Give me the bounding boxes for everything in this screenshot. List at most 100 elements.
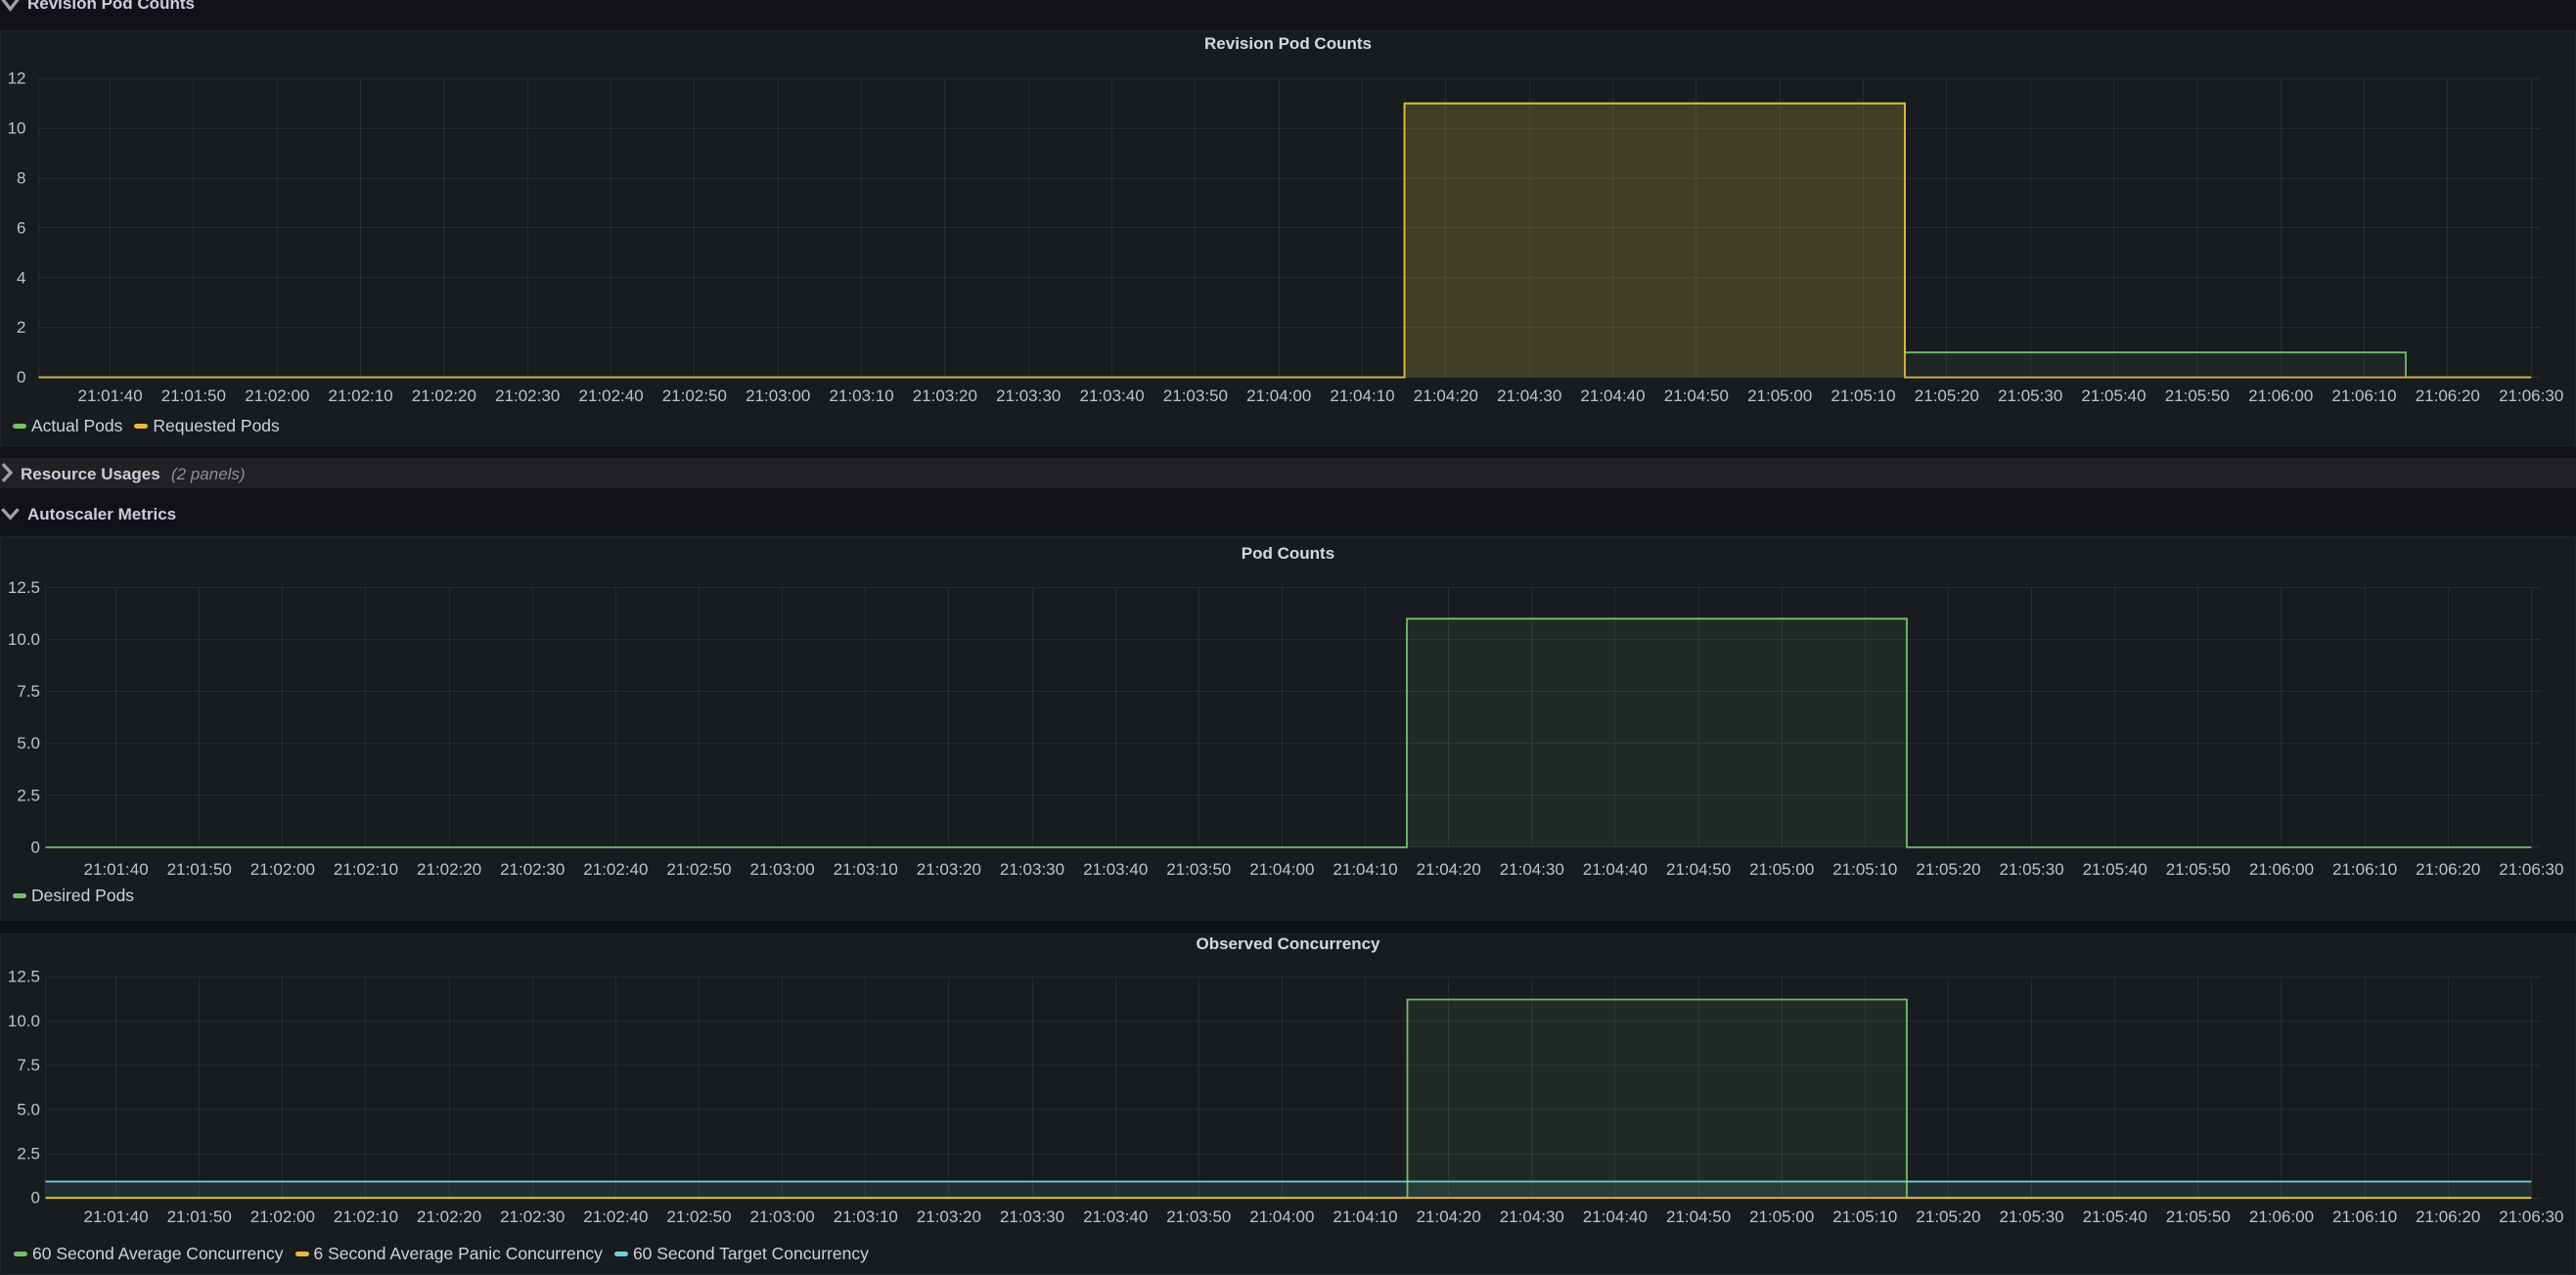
svg-text:21:03:30: 21:03:30 — [1000, 1207, 1064, 1226]
svg-text:21:05:40: 21:05:40 — [2083, 1207, 2147, 1226]
svg-text:21:01:40: 21:01:40 — [84, 1207, 149, 1226]
svg-text:10.0: 10.0 — [8, 1012, 40, 1030]
svg-text:6: 6 — [17, 218, 25, 237]
svg-text:21:06:30: 21:06:30 — [2499, 1207, 2563, 1226]
svg-text:12.5: 12.5 — [8, 578, 40, 597]
svg-text:21:01:40: 21:01:40 — [78, 387, 143, 405]
svg-text:21:01:50: 21:01:50 — [167, 860, 232, 879]
svg-text:21:01:40: 21:01:40 — [84, 860, 149, 879]
svg-text:21:03:20: 21:03:20 — [917, 860, 981, 879]
svg-text:21:05:30: 21:05:30 — [1998, 387, 2062, 405]
svg-text:21:05:40: 21:05:40 — [2083, 860, 2147, 879]
svg-text:21:02:40: 21:02:40 — [583, 1207, 648, 1226]
svg-text:21:04:20: 21:04:20 — [1414, 387, 1478, 405]
svg-text:21:04:30: 21:04:30 — [1500, 1207, 1564, 1226]
svg-text:21:02:20: 21:02:20 — [412, 387, 476, 405]
svg-text:21:03:50: 21:03:50 — [1163, 387, 1228, 405]
svg-text:7.5: 7.5 — [17, 682, 40, 701]
svg-text:21:04:40: 21:04:40 — [1583, 860, 1648, 879]
svg-text:21:05:00: 21:05:00 — [1749, 860, 1814, 879]
svg-text:21:06:20: 21:06:20 — [2416, 860, 2480, 879]
svg-text:21:03:10: 21:03:10 — [830, 387, 894, 405]
svg-text:21:03:20: 21:03:20 — [913, 387, 977, 405]
svg-text:2.5: 2.5 — [17, 1145, 40, 1163]
svg-text:21:03:10: 21:03:10 — [834, 860, 898, 879]
svg-text:21:04:50: 21:04:50 — [1666, 860, 1731, 879]
svg-text:2.5: 2.5 — [17, 786, 40, 804]
svg-text:21:02:50: 21:02:50 — [666, 860, 731, 879]
svg-text:21:02:40: 21:02:40 — [583, 860, 648, 879]
svg-text:21:05:20: 21:05:20 — [1916, 860, 1980, 879]
svg-text:21:06:10: 21:06:10 — [2332, 1207, 2397, 1226]
svg-text:21:02:00: 21:02:00 — [245, 387, 309, 405]
svg-text:21:03:40: 21:03:40 — [1083, 860, 1148, 879]
svg-text:21:04:00: 21:04:00 — [1249, 1207, 1314, 1226]
svg-text:21:04:20: 21:04:20 — [1417, 1207, 1481, 1226]
svg-text:21:05:50: 21:05:50 — [2166, 860, 2231, 879]
svg-text:21:06:30: 21:06:30 — [2499, 387, 2563, 405]
svg-text:21:03:00: 21:03:00 — [750, 1207, 815, 1226]
svg-text:21:02:50: 21:02:50 — [662, 387, 727, 405]
svg-text:21:03:00: 21:03:00 — [750, 860, 815, 879]
svg-text:21:03:50: 21:03:50 — [1166, 1207, 1231, 1226]
svg-text:21:06:10: 21:06:10 — [2331, 387, 2396, 405]
svg-text:21:06:20: 21:06:20 — [2416, 387, 2480, 405]
svg-text:21:06:10: 21:06:10 — [2332, 860, 2397, 879]
svg-text:21:05:20: 21:05:20 — [1916, 1207, 1980, 1226]
svg-text:2: 2 — [17, 318, 25, 337]
svg-text:21:05:00: 21:05:00 — [1749, 1207, 1814, 1226]
svg-text:21:06:20: 21:06:20 — [2416, 1207, 2480, 1226]
svg-text:5.0: 5.0 — [17, 1100, 40, 1118]
svg-text:21:04:00: 21:04:00 — [1246, 387, 1311, 405]
svg-text:0: 0 — [31, 1189, 40, 1207]
svg-text:21:03:30: 21:03:30 — [1000, 860, 1064, 879]
svg-text:21:03:10: 21:03:10 — [834, 1207, 898, 1226]
svg-text:21:02:30: 21:02:30 — [500, 860, 565, 879]
svg-text:7.5: 7.5 — [17, 1056, 40, 1074]
svg-text:21:05:30: 21:05:30 — [2000, 1207, 2064, 1226]
svg-text:10.0: 10.0 — [8, 630, 40, 649]
svg-text:21:06:00: 21:06:00 — [2249, 860, 2314, 879]
svg-text:21:02:40: 21:02:40 — [579, 387, 644, 405]
svg-text:21:05:20: 21:05:20 — [1915, 387, 1979, 405]
svg-text:21:03:00: 21:03:00 — [746, 387, 810, 405]
svg-text:10: 10 — [8, 119, 26, 138]
svg-text:21:02:30: 21:02:30 — [500, 1207, 565, 1226]
svg-text:21:04:40: 21:04:40 — [1583, 1207, 1648, 1226]
svg-text:0: 0 — [31, 838, 40, 856]
svg-text:21:06:00: 21:06:00 — [2248, 387, 2313, 405]
svg-text:21:04:00: 21:04:00 — [1249, 860, 1314, 879]
svg-text:21:04:50: 21:04:50 — [1664, 387, 1729, 405]
svg-text:21:05:10: 21:05:10 — [1832, 1207, 1897, 1226]
svg-text:21:05:10: 21:05:10 — [1832, 860, 1897, 879]
svg-text:12: 12 — [8, 69, 26, 88]
svg-text:4: 4 — [17, 268, 25, 287]
svg-text:21:02:50: 21:02:50 — [666, 1207, 731, 1226]
svg-text:21:06:30: 21:06:30 — [2499, 860, 2563, 879]
svg-text:21:04:10: 21:04:10 — [1333, 860, 1397, 879]
svg-text:21:03:50: 21:03:50 — [1166, 860, 1231, 879]
svg-text:21:02:00: 21:02:00 — [250, 860, 315, 879]
svg-text:21:04:40: 21:04:40 — [1580, 387, 1645, 405]
svg-text:21:03:30: 21:03:30 — [996, 387, 1061, 405]
svg-text:21:02:00: 21:02:00 — [250, 1207, 315, 1226]
svg-text:21:05:40: 21:05:40 — [2081, 387, 2146, 405]
svg-text:12.5: 12.5 — [8, 968, 40, 986]
svg-text:5.0: 5.0 — [17, 734, 40, 752]
svg-text:0: 0 — [17, 368, 25, 387]
svg-text:21:05:50: 21:05:50 — [2165, 387, 2230, 405]
svg-text:8: 8 — [17, 169, 25, 188]
svg-text:21:05:50: 21:05:50 — [2166, 1207, 2231, 1226]
svg-text:21:03:20: 21:03:20 — [917, 1207, 981, 1226]
svg-text:21:02:10: 21:02:10 — [334, 1207, 398, 1226]
svg-text:21:03:40: 21:03:40 — [1080, 387, 1145, 405]
svg-text:21:02:10: 21:02:10 — [334, 860, 398, 879]
svg-text:21:05:00: 21:05:00 — [1747, 387, 1812, 405]
svg-text:21:06:00: 21:06:00 — [2249, 1207, 2314, 1226]
svg-text:21:04:30: 21:04:30 — [1497, 387, 1561, 405]
svg-text:21:05:10: 21:05:10 — [1830, 387, 1895, 405]
svg-text:21:04:10: 21:04:10 — [1333, 1207, 1397, 1226]
svg-text:21:05:30: 21:05:30 — [2000, 860, 2064, 879]
svg-text:21:02:30: 21:02:30 — [495, 387, 560, 405]
svg-text:21:03:40: 21:03:40 — [1083, 1207, 1148, 1226]
